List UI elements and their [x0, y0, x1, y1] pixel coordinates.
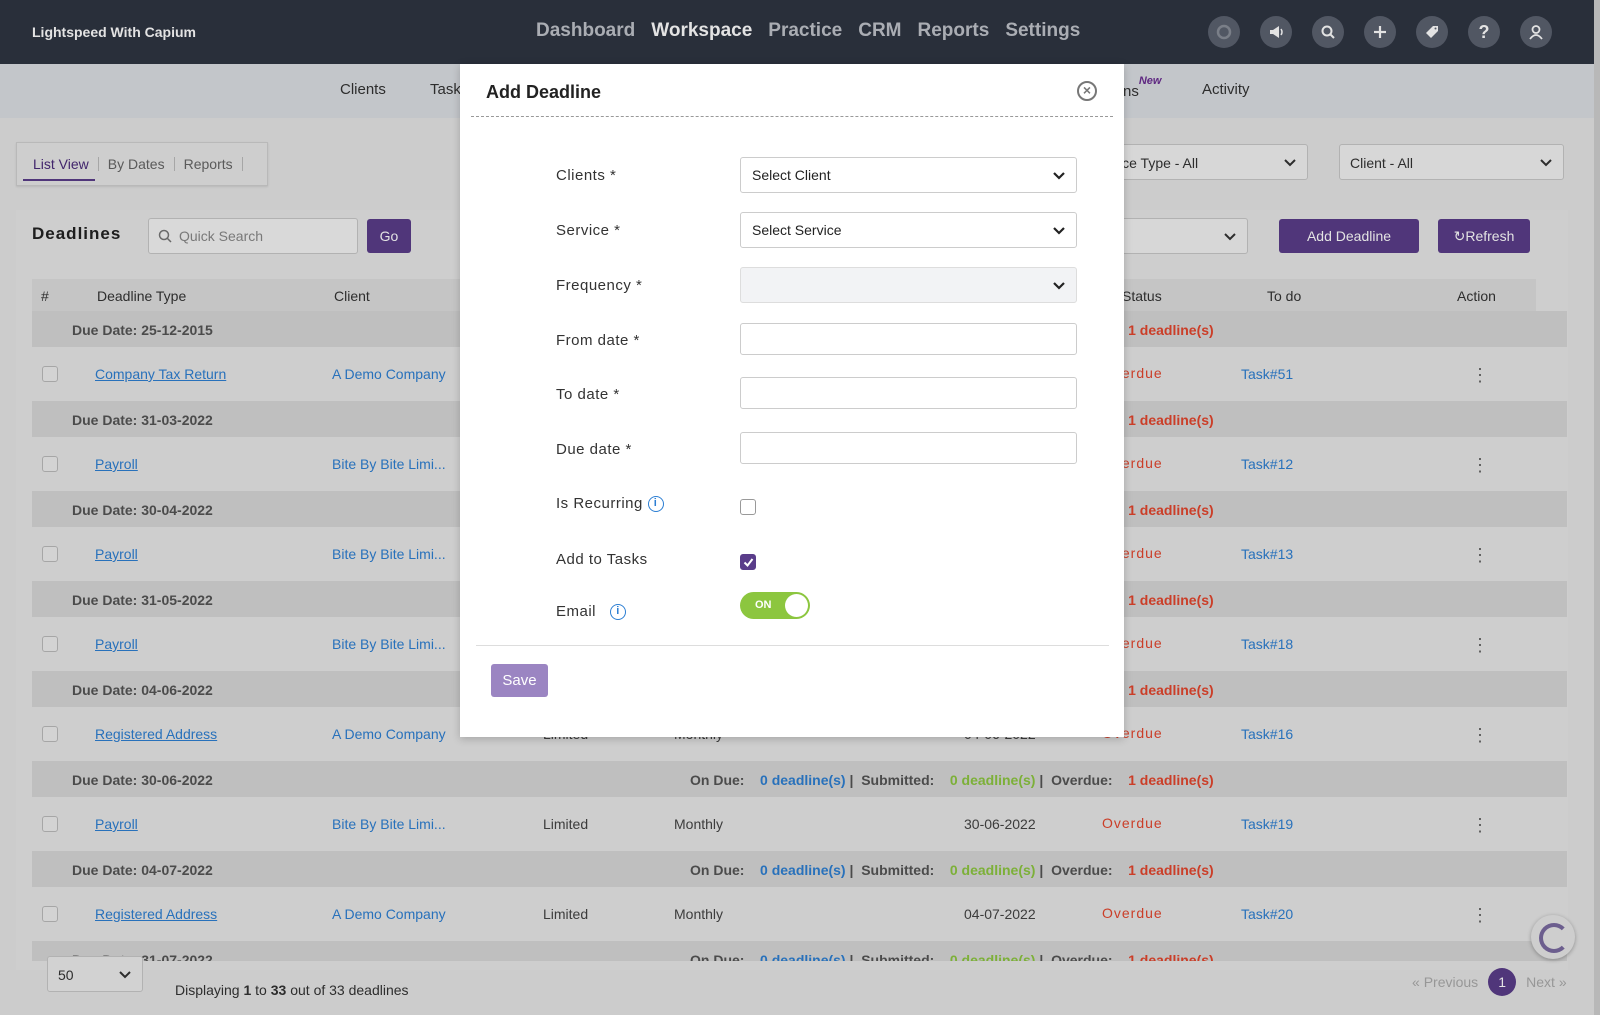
save-button[interactable]: Save	[491, 664, 548, 697]
toggle-knob	[785, 594, 808, 617]
close-icon[interactable]: ×	[1077, 81, 1097, 101]
modal-title: Add Deadline	[486, 82, 602, 102]
frequency-label: Frequency *	[556, 277, 643, 294]
divider	[471, 116, 1113, 117]
frequency-select[interactable]	[740, 267, 1077, 303]
chevron-down-icon	[1053, 282, 1065, 290]
clients-label: Clients *	[556, 167, 617, 184]
email-toggle[interactable]: ON	[740, 592, 810, 619]
from-date-input[interactable]	[740, 323, 1077, 355]
add-to-tasks-checkbox[interactable]	[740, 554, 756, 570]
chevron-down-icon	[1053, 227, 1065, 235]
add-deadline-modal: Add Deadline × Clients * Select Client S…	[460, 64, 1124, 737]
from-date-label: From date *	[556, 332, 640, 349]
info-icon[interactable]: i	[610, 604, 627, 621]
checkmark-icon	[743, 558, 754, 568]
add-to-tasks-label: Add to Tasks	[556, 551, 648, 568]
divider	[476, 645, 1109, 646]
email-label: Email i	[556, 603, 627, 621]
to-date-input[interactable]	[740, 377, 1077, 409]
chevron-down-icon	[1053, 172, 1065, 180]
service-label: Service *	[556, 222, 621, 239]
clients-select[interactable]: Select Client	[740, 157, 1077, 193]
to-date-label: To date *	[556, 386, 620, 403]
service-select[interactable]: Select Service	[740, 212, 1077, 248]
due-date-label: Due date *	[556, 441, 632, 458]
due-date-input[interactable]	[740, 432, 1077, 464]
is-recurring-checkbox[interactable]	[740, 499, 756, 515]
info-icon[interactable]: i	[647, 496, 664, 513]
is-recurring-label: Is Recurring i	[556, 495, 664, 513]
